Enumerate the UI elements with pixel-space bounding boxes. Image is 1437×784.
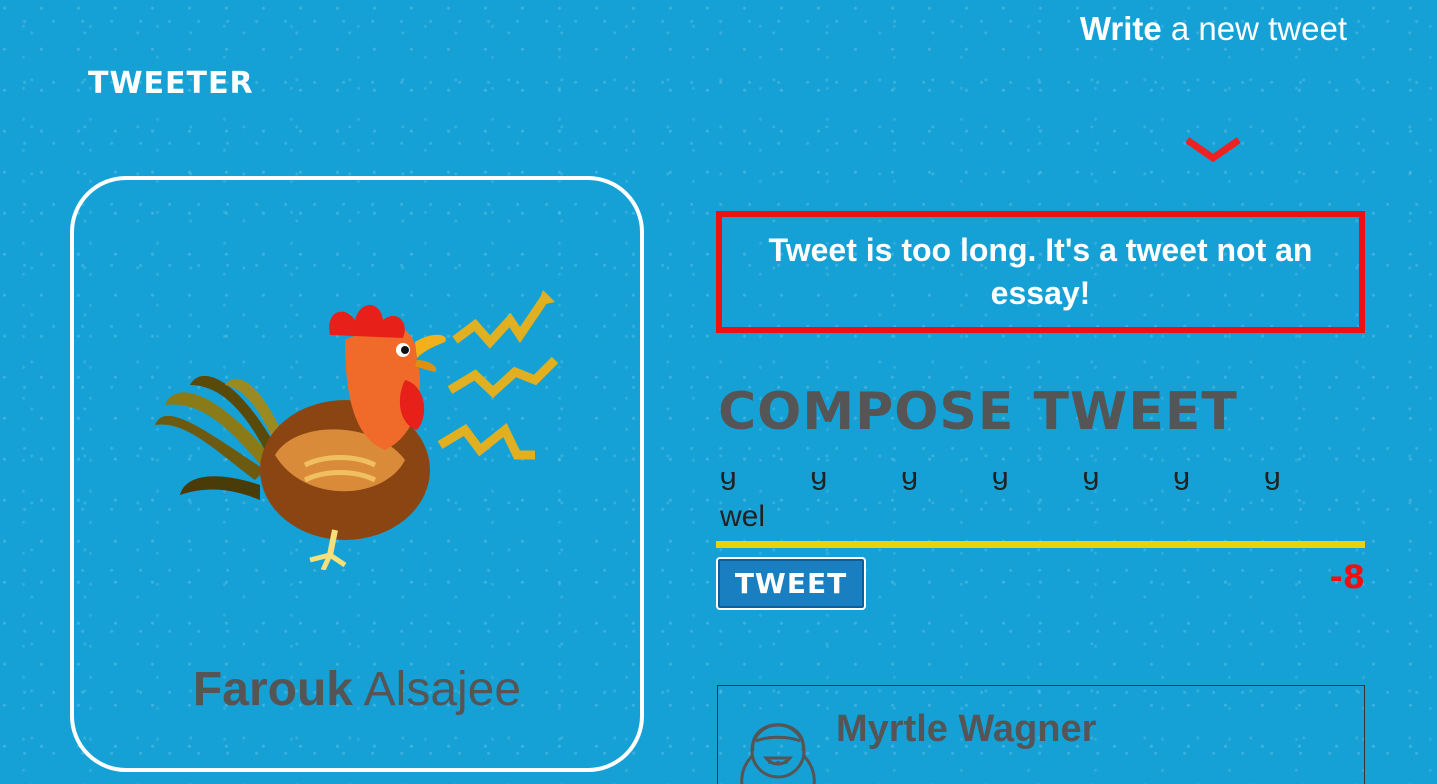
rooster-icon <box>155 290 559 570</box>
profile-last-name: Alsajee <box>352 663 522 716</box>
compose-title: Compose Tweet <box>718 382 1238 442</box>
chevron-down-icon[interactable] <box>1186 136 1240 166</box>
write-label: Write <box>1079 10 1162 47</box>
tweet-text-value: wel <box>720 500 766 533</box>
new-tweet-label: a new tweet <box>1161 10 1347 47</box>
tweet-button[interactable]: Tweet <box>716 557 866 610</box>
tweet-text-previous-line: ggggggg <box>720 472 1355 491</box>
error-message: Tweet is too long. It's a tweet not an e… <box>716 211 1365 333</box>
char-counter: -8 <box>1329 558 1365 596</box>
user-avatar-icon <box>740 723 816 784</box>
brand-logo[interactable]: Tweeter <box>88 66 254 101</box>
tweet-author-name: Myrtle Wagner <box>836 708 1097 750</box>
tweet-card: Myrtle Wagner <box>717 685 1365 784</box>
tweet-textarea[interactable]: ggggggg wel <box>716 472 1365 548</box>
profile-first-name: Farouk <box>192 663 353 716</box>
write-new-tweet-link[interactable]: Write a new tweet <box>1080 10 1347 48</box>
profile-name: Farouk Alsajee <box>70 662 644 717</box>
